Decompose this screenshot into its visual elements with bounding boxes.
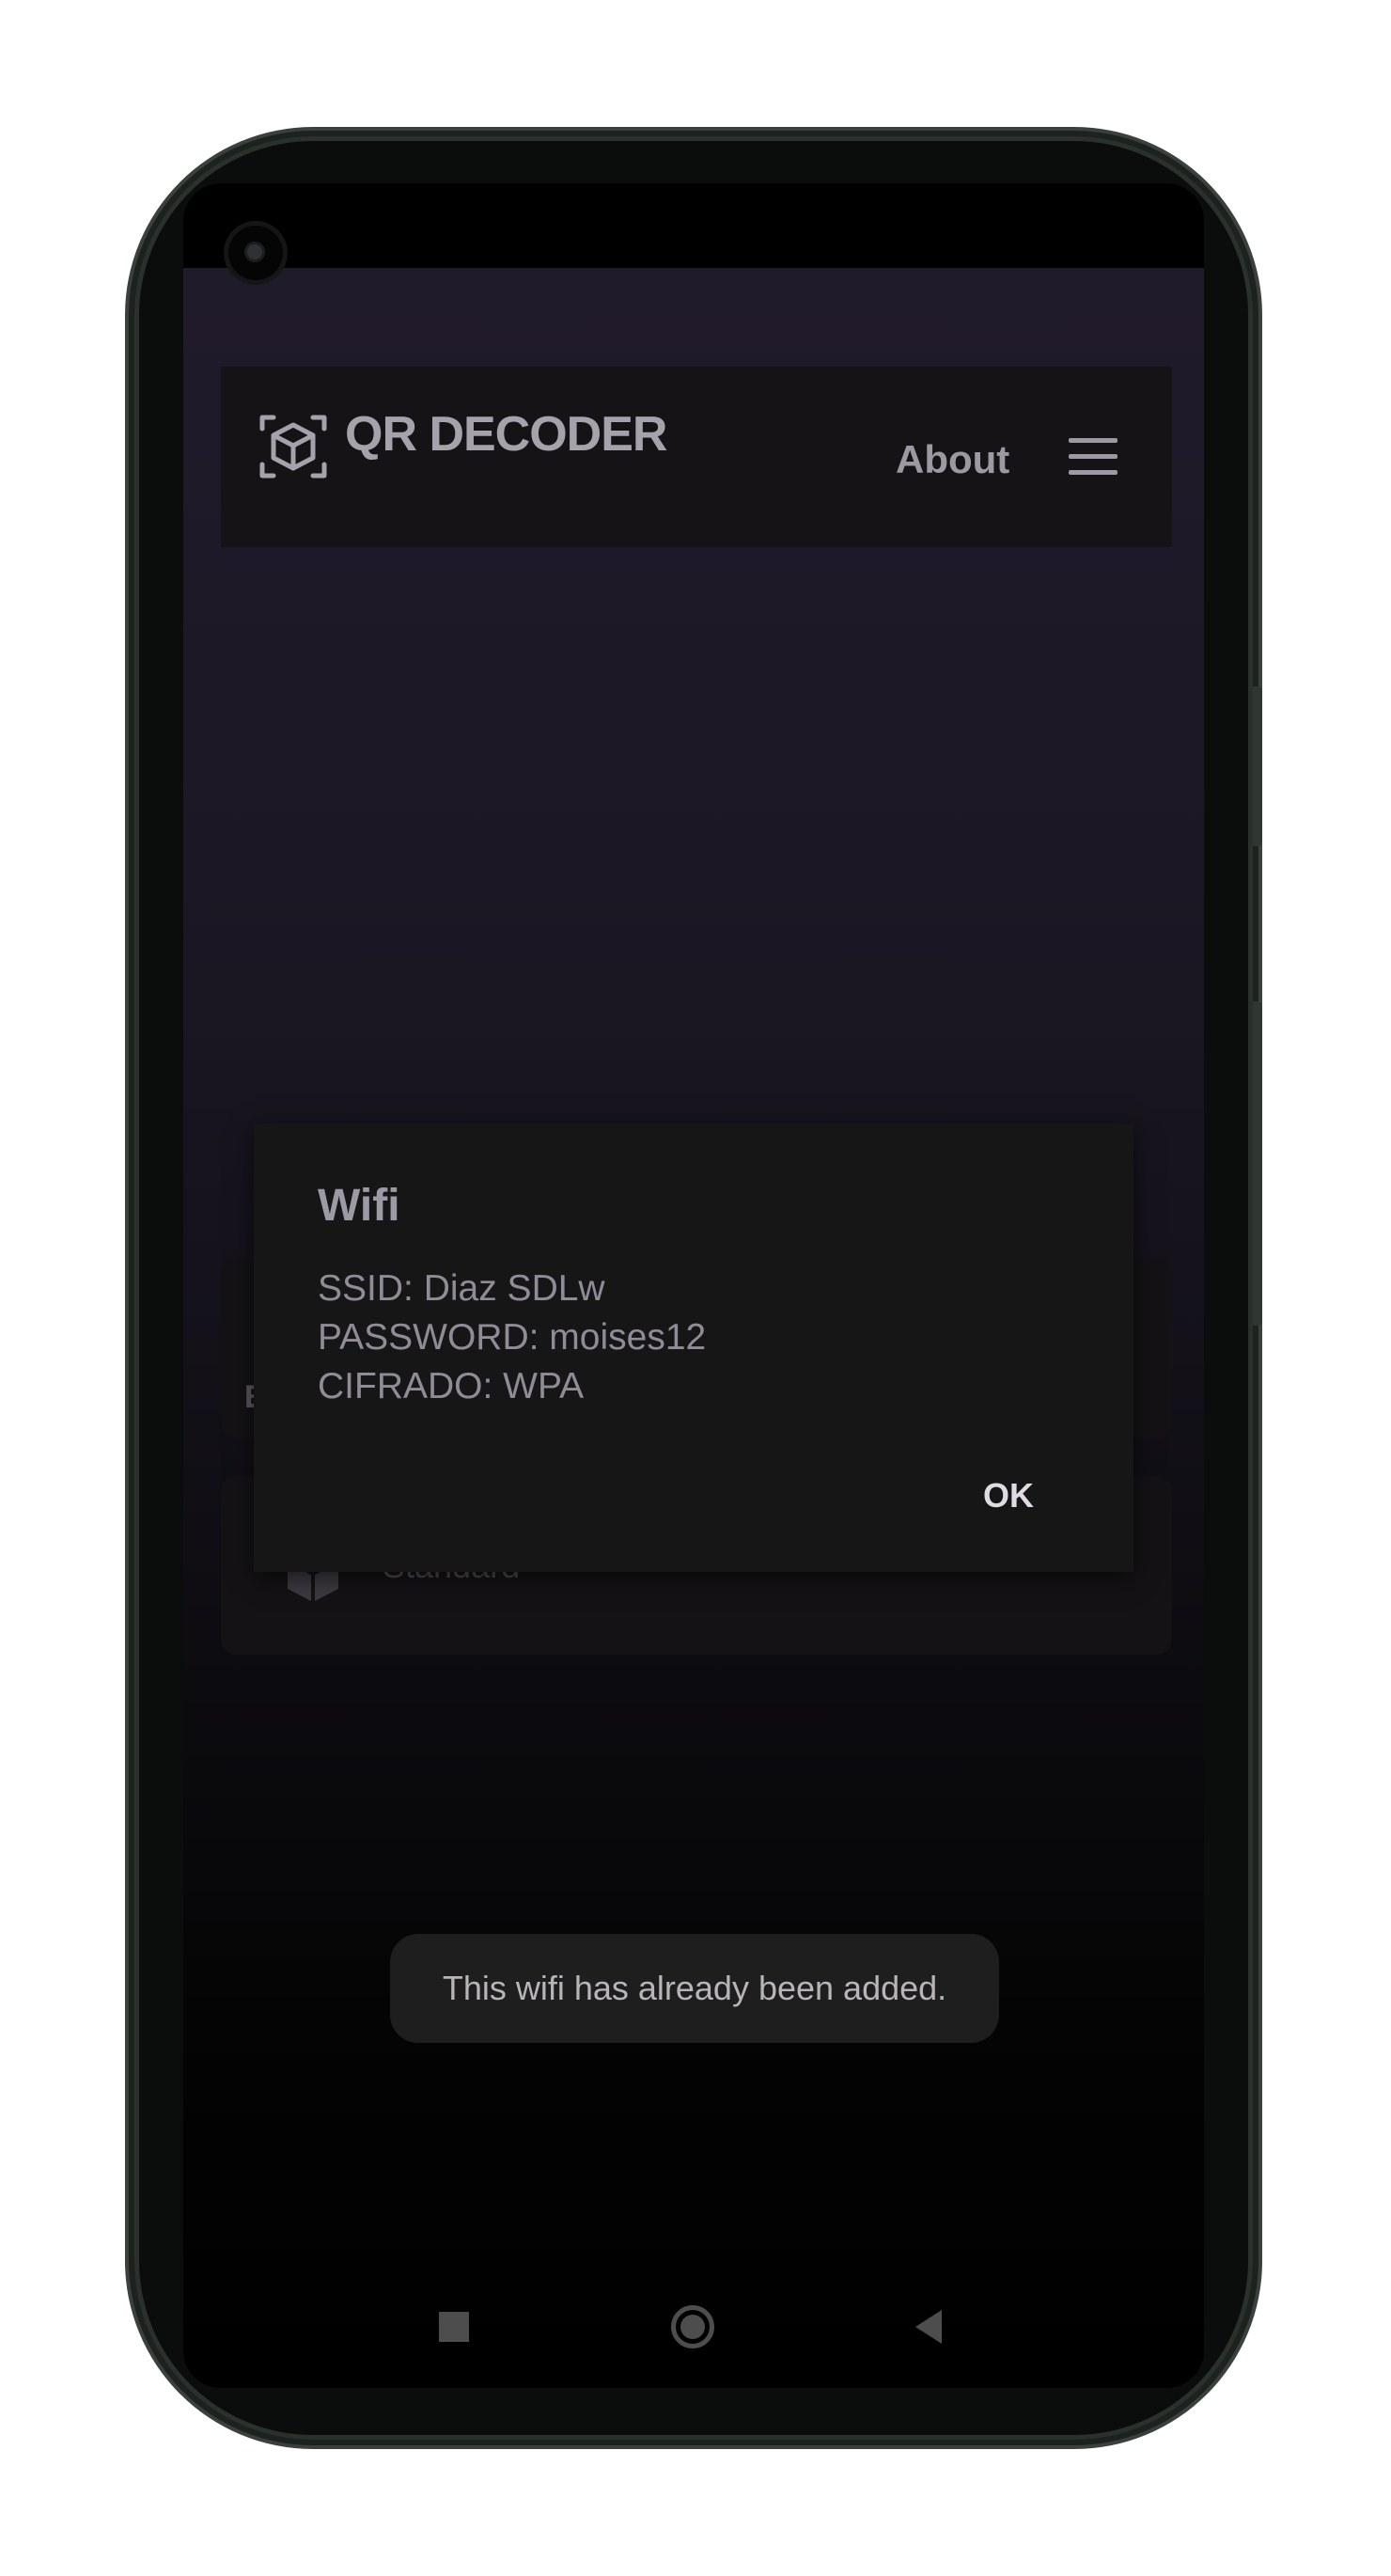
ssid-line: SSID: Diaz SDLw [318, 1268, 605, 1309]
back-button[interactable] [886, 2285, 971, 2369]
phone-screen: QR DECODER About E Standard Wifi SSID: D… [183, 183, 1204, 2388]
dialog-title: Wifi [318, 1181, 400, 1231]
toast-message: This wifi has already been added. [390, 1934, 999, 2043]
about-link[interactable]: About [896, 437, 1009, 482]
password-line: PASSWORD: moises12 [318, 1317, 707, 1358]
system-nav-bar [183, 2285, 1204, 2388]
app-area: QR DECODER About E Standard Wifi SSID: D… [183, 268, 1204, 2388]
top-app-bar: QR DECODER About [221, 367, 1172, 547]
qr-cube-icon [259, 415, 327, 479]
dialog-message: SSID: Diaz SDLw PASSWORD: moises12 CIFRA… [318, 1264, 706, 1411]
front-camera [228, 226, 283, 280]
app-title: QR DECODER [345, 407, 667, 462]
home-button[interactable] [650, 2285, 735, 2369]
recents-button[interactable] [412, 2285, 496, 2369]
power-button [1253, 1001, 1262, 1326]
wifi-dialog: Wifi SSID: Diaz SDLw PASSWORD: moises12 … [254, 1123, 1133, 1572]
square-icon [439, 2312, 469, 2342]
ok-button[interactable]: OK [983, 1476, 1034, 1516]
circle-icon [671, 2305, 714, 2348]
volume-button [1253, 686, 1262, 846]
hamburger-menu-icon[interactable] [1069, 438, 1117, 476]
encryption-line: CIFRADO: WPA [318, 1366, 585, 1406]
triangle-back-icon [915, 2310, 942, 2344]
